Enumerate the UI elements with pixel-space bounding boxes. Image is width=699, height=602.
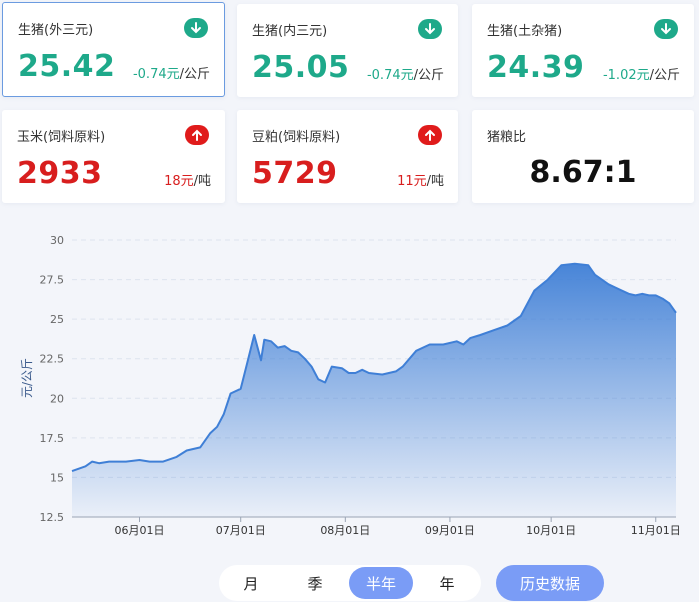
price-area-chart: 12.5 15 17.5 20 22.5 25 27.5 30 06月01日 07月01日 08月0…	[20, 234, 681, 537]
card-name: 豆粕(饲料原料)	[252, 130, 341, 145]
x-tick-label: 07月01日	[216, 524, 266, 537]
history-data-button[interactable]: 历史数据	[496, 565, 604, 601]
card-name: 玉米(饲料原料)	[17, 130, 106, 145]
x-tick-label: 06月01日	[114, 524, 164, 537]
y-tick-label: 30	[50, 234, 64, 247]
y-axis-label: 元/公斤	[20, 358, 34, 398]
x-tick-label: 08月01日	[320, 524, 370, 537]
y-tick-label: 17.5	[40, 432, 65, 445]
range-option-quarter[interactable]: 季	[283, 567, 347, 599]
arrow-down-circle-icon	[184, 18, 208, 38]
range-option-half-year[interactable]: 半年	[349, 567, 413, 599]
card-price: 24.39	[487, 50, 585, 85]
arrow-up-circle-icon	[418, 125, 442, 145]
x-tick-label: 09月01日	[425, 524, 475, 537]
x-tick-label: 10月01日	[526, 524, 576, 537]
card-name: 猪粮比	[487, 130, 527, 145]
price-card-pig-outer[interactable]: 生猪(外三元) 25.42 -0.74元/公斤	[2, 2, 225, 97]
arrow-down-circle-icon	[418, 19, 442, 39]
arrow-up-circle-icon	[185, 125, 209, 145]
series-area	[72, 263, 676, 517]
x-tick-label: 11月01日	[631, 524, 681, 537]
card-price: 5729	[252, 156, 338, 191]
card-change: -0.74元/公斤	[132, 67, 210, 82]
card-change: 11元/吨	[397, 174, 444, 189]
y-tick-label: 25	[50, 313, 64, 326]
card-name: 生猪(外三元)	[18, 23, 94, 38]
y-tick-label: 27.5	[40, 274, 65, 287]
range-option-year[interactable]: 年	[415, 567, 479, 599]
price-card-soymeal[interactable]: 豆粕(饲料原料) 5729 11元/吨	[237, 110, 458, 203]
card-price: 25.05	[252, 50, 350, 85]
card-name: 生猪(土杂猪)	[487, 24, 563, 39]
y-tick-label: 15	[50, 471, 64, 484]
card-name: 生猪(内三元)	[252, 24, 328, 39]
ratio-value: 8.67:1	[529, 155, 637, 190]
price-card-pig-grain-ratio[interactable]: 猪粮比 8.67:1	[472, 110, 694, 203]
y-tick-label: 20	[50, 392, 64, 405]
price-card-pig-inner[interactable]: 生猪(内三元) 25.05 -0.74元/公斤	[237, 4, 458, 97]
price-card-pig-local[interactable]: 生猪(土杂猪) 24.39 -1.02元/公斤	[472, 4, 694, 97]
card-change: -0.74元/公斤	[366, 68, 444, 83]
price-card-corn[interactable]: 玉米(饲料原料) 2933 18元/吨	[2, 110, 225, 203]
range-option-month[interactable]: 月	[219, 567, 283, 599]
card-change: 18元/吨	[164, 174, 211, 189]
card-price: 25.42	[18, 49, 116, 84]
range-selector: 月 季 半年 年	[219, 565, 481, 601]
y-tick-label: 12.5	[40, 511, 65, 524]
card-price: 2933	[17, 156, 103, 191]
card-change: -1.02元/公斤	[602, 68, 680, 83]
arrow-down-circle-icon	[654, 19, 678, 39]
y-tick-label: 22.5	[40, 353, 65, 366]
